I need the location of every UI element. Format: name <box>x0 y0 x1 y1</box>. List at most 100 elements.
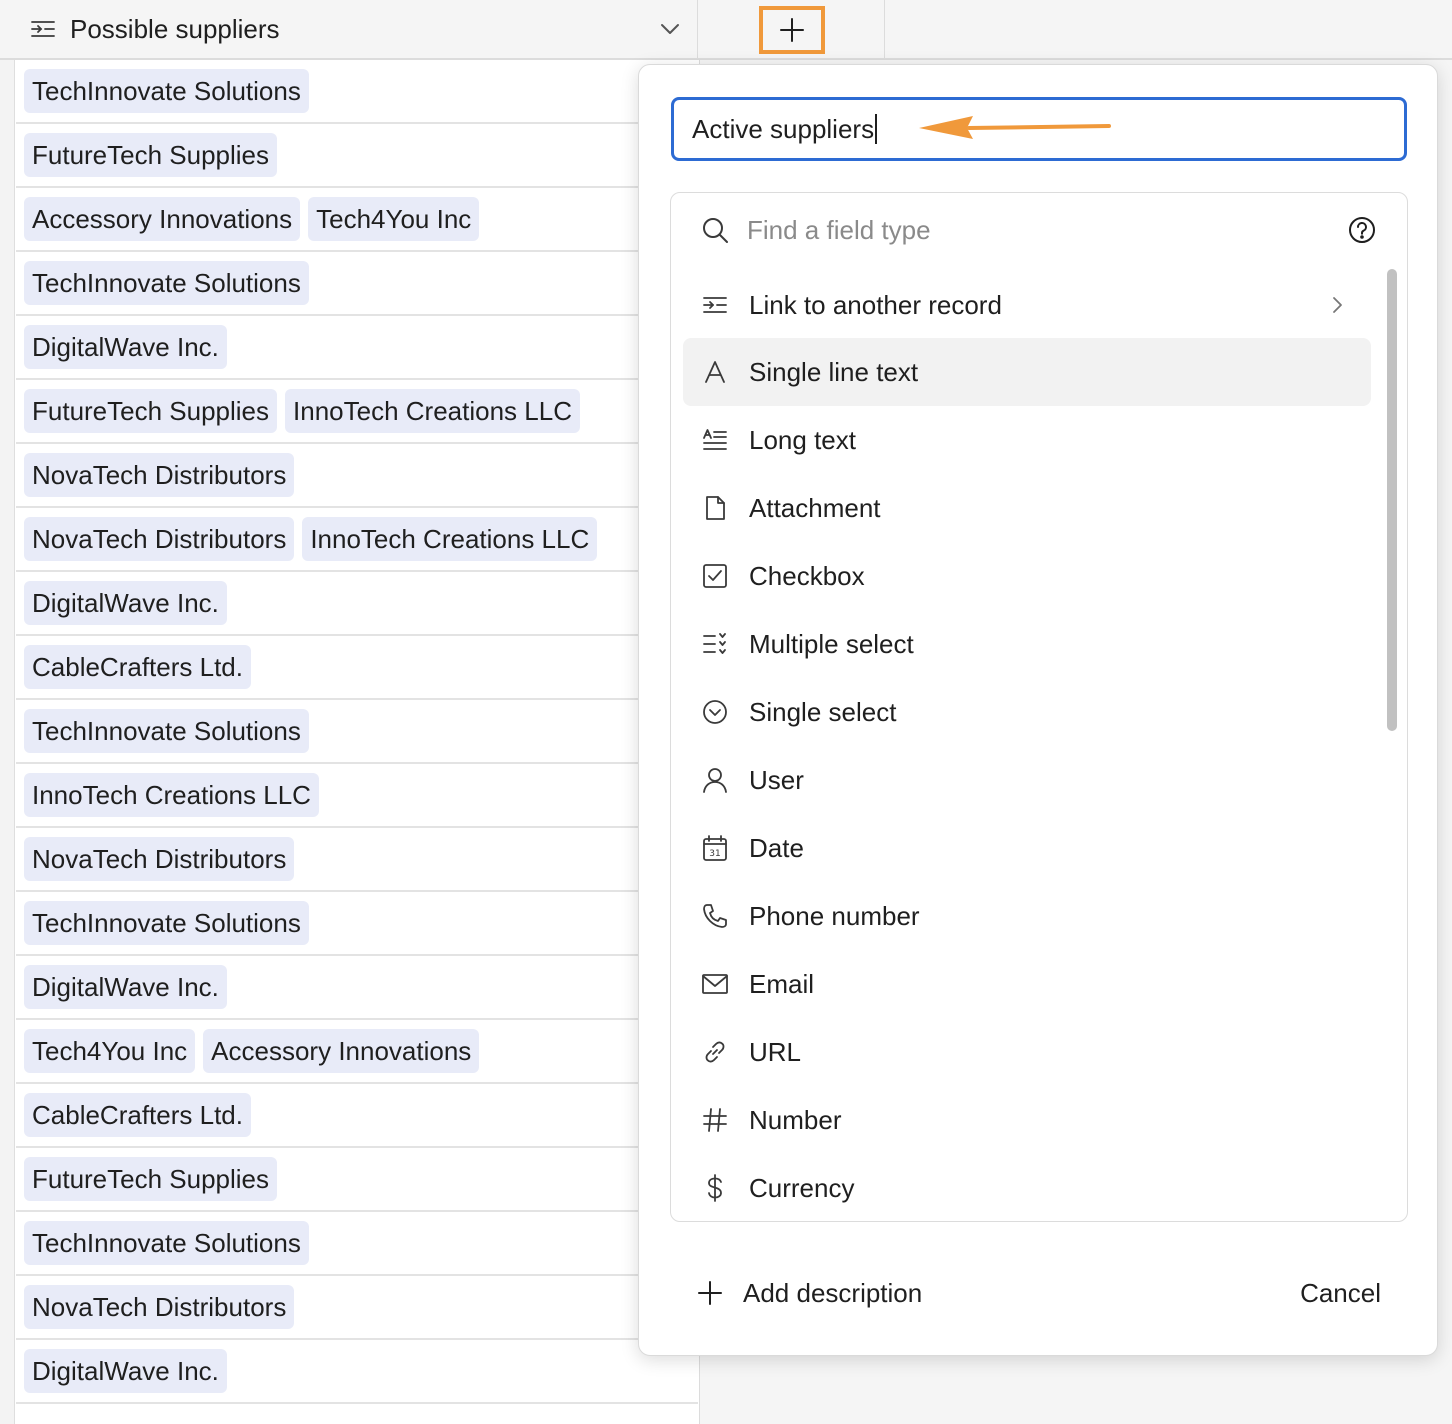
supplier-chip[interactable]: InnoTech Creations LLC <box>285 389 580 433</box>
table-row[interactable]: TechInnovate Solutions <box>16 60 698 124</box>
supplier-chip[interactable]: Tech4You Inc <box>24 1029 196 1073</box>
supplier-chip[interactable]: TechInnovate Solutions <box>24 1221 309 1265</box>
link-chain-icon <box>701 1038 729 1066</box>
search-icon <box>701 216 729 244</box>
help-icon[interactable] <box>1347 215 1377 245</box>
table-row[interactable]: DigitalWave Inc. <box>16 316 698 380</box>
supplier-chip[interactable]: FutureTech Supplies <box>24 389 278 433</box>
plus-icon <box>779 17 805 43</box>
checkbox-icon <box>701 562 729 590</box>
field-type-long-text[interactable]: Long text <box>683 406 1371 474</box>
field-type-search[interactable]: Find a field type <box>671 193 1407 267</box>
field-type-single-select[interactable]: Single select <box>683 678 1371 746</box>
field-type-email[interactable]: Email <box>683 950 1371 1018</box>
table-row[interactable]: Accessory Innovations Tech4You Inc <box>16 188 698 252</box>
supplier-chip[interactable]: DigitalWave Inc. <box>24 325 227 369</box>
phone-icon <box>701 902 729 930</box>
text-caret <box>875 114 878 144</box>
table-row[interactable]: InnoTech Creations LLC <box>16 764 698 828</box>
table-row[interactable]: FutureTech Supplies <box>16 1148 698 1212</box>
supplier-chip[interactable]: CableCrafters Ltd. <box>24 1093 251 1137</box>
column-header-possible-suppliers[interactable]: Possible suppliers <box>16 0 698 58</box>
supplier-chip[interactable]: FutureTech Supplies <box>24 133 278 177</box>
table-row[interactable]: TechInnovate Solutions <box>16 700 698 764</box>
field-type-label: Date <box>749 832 804 863</box>
field-type-label: Long text <box>749 424 856 455</box>
table-row[interactable]: NovaTech Distributors <box>16 828 698 892</box>
field-type-label: Email <box>749 968 815 999</box>
add-column-button[interactable] <box>759 6 825 54</box>
supplier-chip[interactable]: TechInnovate Solutions <box>24 69 309 113</box>
supplier-chip[interactable]: DigitalWave Inc. <box>24 965 227 1009</box>
cancel-button[interactable]: Cancel <box>1300 1273 1381 1313</box>
table-row[interactable]: CableCrafters Ltd. <box>16 1084 698 1148</box>
table-row[interactable]: NovaTech Distributors <box>16 444 698 508</box>
supplier-chip[interactable]: TechInnovate Solutions <box>24 709 309 753</box>
table-row[interactable]: Tech4You Inc Accessory Innovations <box>16 1020 698 1084</box>
field-type-single-line-text[interactable]: Single line text <box>683 338 1371 406</box>
hash-icon <box>701 1106 729 1134</box>
plus-icon <box>697 1280 723 1306</box>
table-row[interactable]: DigitalWave Inc. <box>16 1340 698 1404</box>
single-select-icon <box>701 698 729 726</box>
table-row[interactable]: TechInnovate Solutions <box>16 1212 698 1276</box>
supplier-chip[interactable]: NovaTech Distributors <box>24 517 295 561</box>
supplier-chip[interactable]: FutureTech Supplies <box>24 1157 278 1201</box>
table-row[interactable]: DigitalWave Inc. <box>16 956 698 1020</box>
field-type-label: Multiple select <box>749 628 914 659</box>
add-field-popover: Active suppliers Find a field type Link … <box>638 64 1438 1356</box>
supplier-chip[interactable]: TechInnovate Solutions <box>24 261 309 305</box>
table-row[interactable]: FutureTech Supplies InnoTech Creations LL… <box>16 380 698 444</box>
field-type-label: Link to another record <box>749 289 1002 320</box>
chevron-down-icon[interactable] <box>659 18 681 40</box>
table-row[interactable]: TechInnovate Solutions <box>16 892 698 956</box>
supplier-chip[interactable]: Accessory Innovations <box>203 1029 480 1073</box>
supplier-chip[interactable]: InnoTech Creations LLC <box>302 517 598 561</box>
supplier-chip[interactable]: DigitalWave Inc. <box>24 1349 227 1393</box>
field-type-currency[interactable]: Currency <box>683 1154 1371 1221</box>
link-record-icon <box>30 19 56 39</box>
add-description-label: Add description <box>743 1277 923 1308</box>
svg-text:31: 31 <box>709 849 720 859</box>
field-type-date[interactable]: 31 Date <box>683 814 1371 882</box>
field-type-number[interactable]: Number <box>683 1086 1371 1154</box>
table-row[interactable]: DigitalWave Inc. <box>16 572 698 636</box>
field-type-label: Number <box>749 1104 842 1135</box>
grid-header: Possible suppliers <box>0 0 1452 60</box>
supplier-chip[interactable]: NovaTech Distributors <box>24 1285 295 1329</box>
field-type-list: Find a field type Link to another record… <box>670 192 1408 1222</box>
supplier-chip[interactable]: InnoTech Creations LLC <box>24 773 319 817</box>
supplier-chip[interactable]: TechInnovate Solutions <box>24 901 309 945</box>
supplier-chip[interactable]: DigitalWave Inc. <box>24 581 227 625</box>
supplier-chip[interactable]: CableCrafters Ltd. <box>24 645 251 689</box>
user-icon <box>701 766 729 794</box>
table-row[interactable]: NovaTech Distributors InnoTech Creations … <box>16 508 698 572</box>
supplier-chip[interactable]: NovaTech Distributors <box>24 837 295 881</box>
supplier-chip[interactable]: NovaTech Distributors <box>24 453 295 497</box>
table-row[interactable]: NovaTech Distributors <box>16 1276 698 1340</box>
field-type-link-to-another-record[interactable]: Link to another record <box>683 271 1371 339</box>
field-type-attachment[interactable]: Attachment <box>683 474 1371 542</box>
envelope-icon <box>701 970 729 998</box>
add-description-button[interactable]: Add description <box>697 1273 922 1313</box>
record-rows: TechInnovate Solutions FutureTech Supplie… <box>16 60 698 1404</box>
list-scrollbar[interactable] <box>1387 269 1397 731</box>
field-type-label: Single select <box>749 696 897 727</box>
field-name-value: Active suppliers <box>692 113 875 144</box>
field-type-url[interactable]: URL <box>683 1018 1371 1086</box>
field-type-checkbox[interactable]: Checkbox <box>683 542 1371 610</box>
field-type-label: User <box>749 764 804 795</box>
field-type-multiple-select[interactable]: Multiple select <box>683 610 1371 678</box>
calendar-icon: 31 <box>701 834 729 862</box>
table-row[interactable]: TechInnovate Solutions <box>16 252 698 316</box>
table-row[interactable]: FutureTech Supplies <box>16 124 698 188</box>
supplier-chip[interactable]: Accessory Innovations <box>24 197 301 241</box>
field-type-phone-number[interactable]: Phone number <box>683 882 1371 950</box>
dollar-icon <box>701 1174 729 1202</box>
table-row[interactable]: CableCrafters Ltd. <box>16 636 698 700</box>
long-text-icon <box>701 426 729 454</box>
chevron-right-icon <box>1327 295 1347 315</box>
supplier-chip[interactable]: Tech4You Inc <box>308 197 480 241</box>
search-placeholder: Find a field type <box>747 214 931 245</box>
field-type-user[interactable]: User <box>683 746 1371 814</box>
